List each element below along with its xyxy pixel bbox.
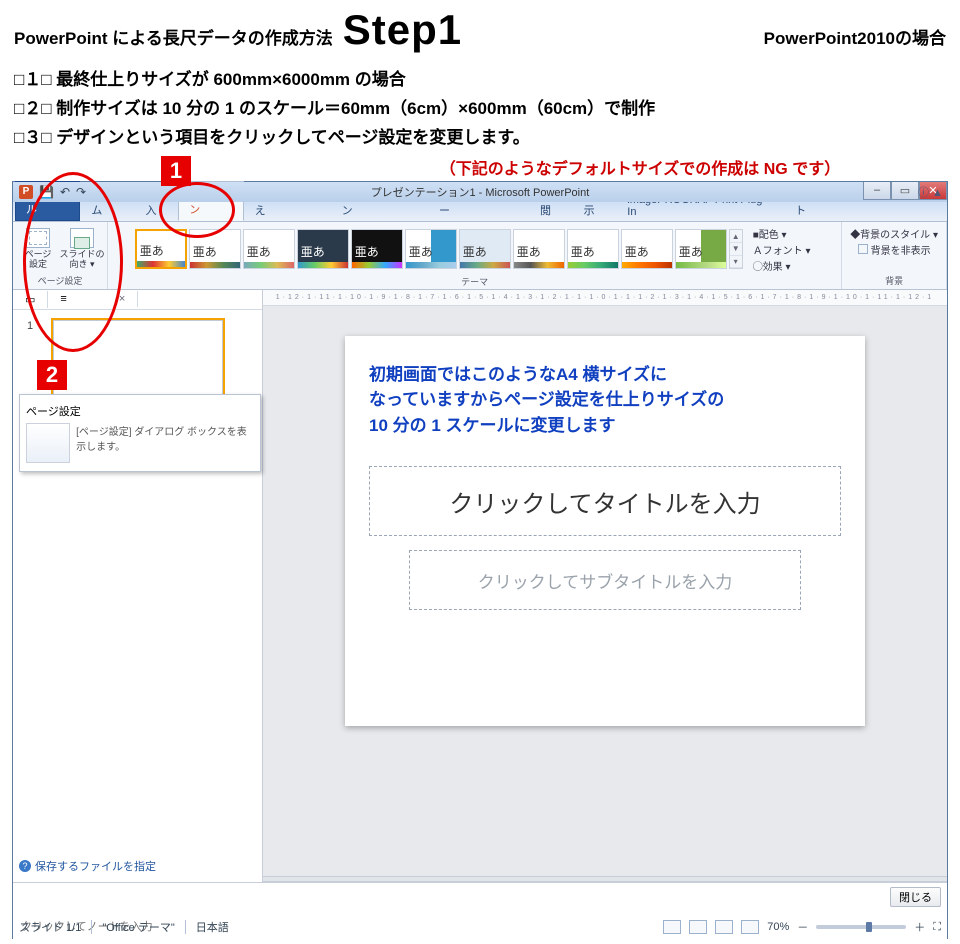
theme-aa: 亜あ	[137, 240, 185, 261]
zoom-out-button[interactable]: －	[797, 919, 808, 935]
background-styles-button[interactable]: ◆背景のスタイル ▾	[850, 226, 938, 241]
theme-effects-button[interactable]: ◯効果 ▾	[753, 258, 811, 273]
doc-version: PowerPoint2010の場合	[764, 24, 946, 49]
slide-subtitle-placeholder[interactable]: クリックしてサブタイトルを入力	[409, 550, 801, 610]
thumb-number: 1	[27, 320, 33, 332]
ribbon-group-page-setup-label: ページ設定	[38, 274, 83, 289]
instruction-line-2: □２□ 制作サイズは 10 分の 1 のスケール＝60mm（6cm）×600mm…	[14, 95, 946, 124]
theme-swatch-3[interactable]: 亜あ	[243, 229, 295, 269]
theme-swatch-5[interactable]: 亜あ	[351, 229, 403, 269]
theme-aa: 亜あ	[352, 241, 402, 262]
theme-swatch-1[interactable]: 亜あ	[135, 229, 187, 269]
slide-annotation-text: 初期画面ではこのようなA4 横サイズに なっていますからページ設定を仕上りサイズ…	[369, 362, 841, 439]
orientation-label: スライドの 向き ▾	[60, 250, 105, 270]
ribbon-group-background: ◆背景のスタイル ▾ 背景を非表示 背景	[842, 222, 947, 289]
theme-aa: 亜あ	[514, 241, 564, 262]
pane-splitter[interactable]	[263, 876, 947, 882]
slide-canvas-area[interactable]: 初期画面ではこのようなA4 横サイズに なっていますからページ設定を仕上りサイズ…	[263, 306, 947, 876]
ribbon-tabs: ファイル ホーム 挿入 デザイン 画面切り替え アニメーション スライド ショー…	[13, 202, 947, 222]
ribbon-group-themes-label: テーマ	[461, 275, 488, 290]
theme-swatch-2[interactable]: 亜あ	[189, 229, 241, 269]
callout-badge-2: 2	[37, 360, 67, 390]
theme-swatch-11[interactable]: 亜あ	[675, 229, 727, 269]
ribbon-group-page-setup: ページ 設定 スライドの 向き ▾ ページ設定	[13, 222, 108, 289]
hide-background-label: 背景を非表示	[871, 242, 931, 257]
zoom-in-button[interactable]: ＋	[914, 919, 925, 935]
theme-swatch-7[interactable]: 亜あ	[459, 229, 511, 269]
instruction-warning: （下記のようなデフォルトサイズでの作成は NG です）	[334, 155, 946, 179]
view-slideshow-button[interactable]	[741, 920, 759, 934]
notes-pane: 閉じる	[13, 882, 947, 916]
titlebar: 💾 ↶ ↷ プレゼンテーション1 - Microsoft PowerPoint …	[13, 182, 947, 202]
doc-step-title: Step1	[343, 6, 462, 54]
page-setup-label: ページ 設定	[25, 250, 52, 270]
checkbox-icon	[858, 244, 868, 254]
zoom-level: 70%	[767, 921, 789, 933]
window-minimize-button[interactable]: –	[863, 182, 891, 200]
slide-orientation-button[interactable]: スライドの 向き ▾	[61, 226, 103, 272]
theme-fonts-button[interactable]: Ａフォント ▾	[753, 242, 811, 257]
tooltip-body: [ページ設定] ダイアログ ボックスを表示します。	[76, 423, 254, 463]
theme-swatch-8[interactable]: 亜あ	[513, 229, 565, 269]
tooltip-thumbnail-icon	[26, 423, 70, 463]
window-title: プレゼンテーション1 - Microsoft PowerPoint	[13, 184, 947, 200]
ribbon-body: ページ 設定 スライドの 向き ▾ ページ設定 亜あ 亜あ 亜あ 亜あ 亜あ 亜…	[13, 222, 947, 290]
zoom-slider[interactable]	[816, 925, 906, 929]
status-slide-info: スライド 1/1	[19, 919, 81, 935]
slide-title-placeholder[interactable]: クリックしてタイトルを入力	[369, 466, 841, 536]
pane-tab-slides[interactable]: ▭	[13, 291, 48, 308]
view-reading-button[interactable]	[715, 920, 733, 934]
ribbon-minimize-icon[interactable]: ⓘ ▲	[918, 184, 943, 200]
theme-swatch-10[interactable]: 亜あ	[621, 229, 673, 269]
theme-colors-button[interactable]: ■配色 ▾	[753, 226, 811, 241]
status-language: 日本語	[196, 919, 229, 935]
zoom-fit-button[interactable]: ⛶	[933, 921, 941, 934]
tooltip-title: ページ設定	[26, 403, 254, 419]
page-setup-icon	[26, 228, 50, 248]
theme-swatch-4[interactable]: 亜あ	[297, 229, 349, 269]
instruction-line-3: □３□ デザインという項目をクリックしてページ設定を変更します。	[14, 124, 946, 153]
theme-aa: 亜あ	[568, 241, 618, 262]
status-theme: "Office テーマ"	[102, 919, 174, 935]
view-sorter-button[interactable]	[689, 920, 707, 934]
horizontal-ruler: 1·12·1·11·1·10·1·9·1·8·1·7·1·6·1·5·1·4·1…	[263, 290, 947, 306]
save-file-hint[interactable]: 保存するファイルを指定	[19, 858, 156, 874]
page-setup-button[interactable]: ページ 設定	[17, 226, 59, 272]
ribbon-group-background-label: 背景	[885, 274, 903, 289]
window-maximize-button[interactable]: ▭	[891, 182, 919, 200]
powerpoint-window: 1 2 💾 ↶ ↷ プレゼンテーション1 - Microsoft PowerPo…	[12, 181, 948, 939]
theme-gallery-nav[interactable]: ▲▼▾	[729, 229, 743, 269]
theme-swatch-6[interactable]: 亜あ	[405, 229, 457, 269]
theme-aa: 亜あ	[190, 241, 240, 262]
theme-aa: 亜あ	[406, 241, 456, 262]
ribbon-group-themes: 亜あ 亜あ 亜あ 亜あ 亜あ 亜あ 亜あ 亜あ 亜あ 亜あ 亜あ ▲▼▾ ■配色…	[108, 222, 842, 289]
slide[interactable]: 初期画面ではこのようなA4 横サイズに なっていますからページ設定を仕上りサイズ…	[345, 336, 865, 726]
callout-badge-1: 1	[161, 156, 191, 186]
pane-close-icon[interactable]: ×	[119, 293, 125, 305]
theme-aa: 亜あ	[244, 241, 294, 262]
instruction-line-1: □１□ 最終仕上りサイズが 600mm×6000mm の場合	[14, 66, 946, 95]
theme-aa: 亜あ	[298, 241, 348, 262]
theme-aa: 亜あ	[676, 241, 726, 262]
hide-background-checkbox[interactable]: 背景を非表示	[858, 242, 931, 257]
doc-subtitle: PowerPoint による長尺データの作成方法	[14, 24, 333, 49]
theme-aa: 亜あ	[460, 241, 510, 262]
view-normal-button[interactable]	[663, 920, 681, 934]
theme-aa: 亜あ	[622, 241, 672, 262]
orientation-icon	[70, 228, 94, 248]
page-setup-tooltip: ページ設定 [ページ設定] ダイアログ ボックスを表示します。	[19, 394, 261, 472]
theme-swatch-9[interactable]: 亜あ	[567, 229, 619, 269]
pane-tab-outline[interactable]: ≡×	[48, 291, 138, 307]
notes-close-button[interactable]: 閉じる	[890, 887, 941, 907]
